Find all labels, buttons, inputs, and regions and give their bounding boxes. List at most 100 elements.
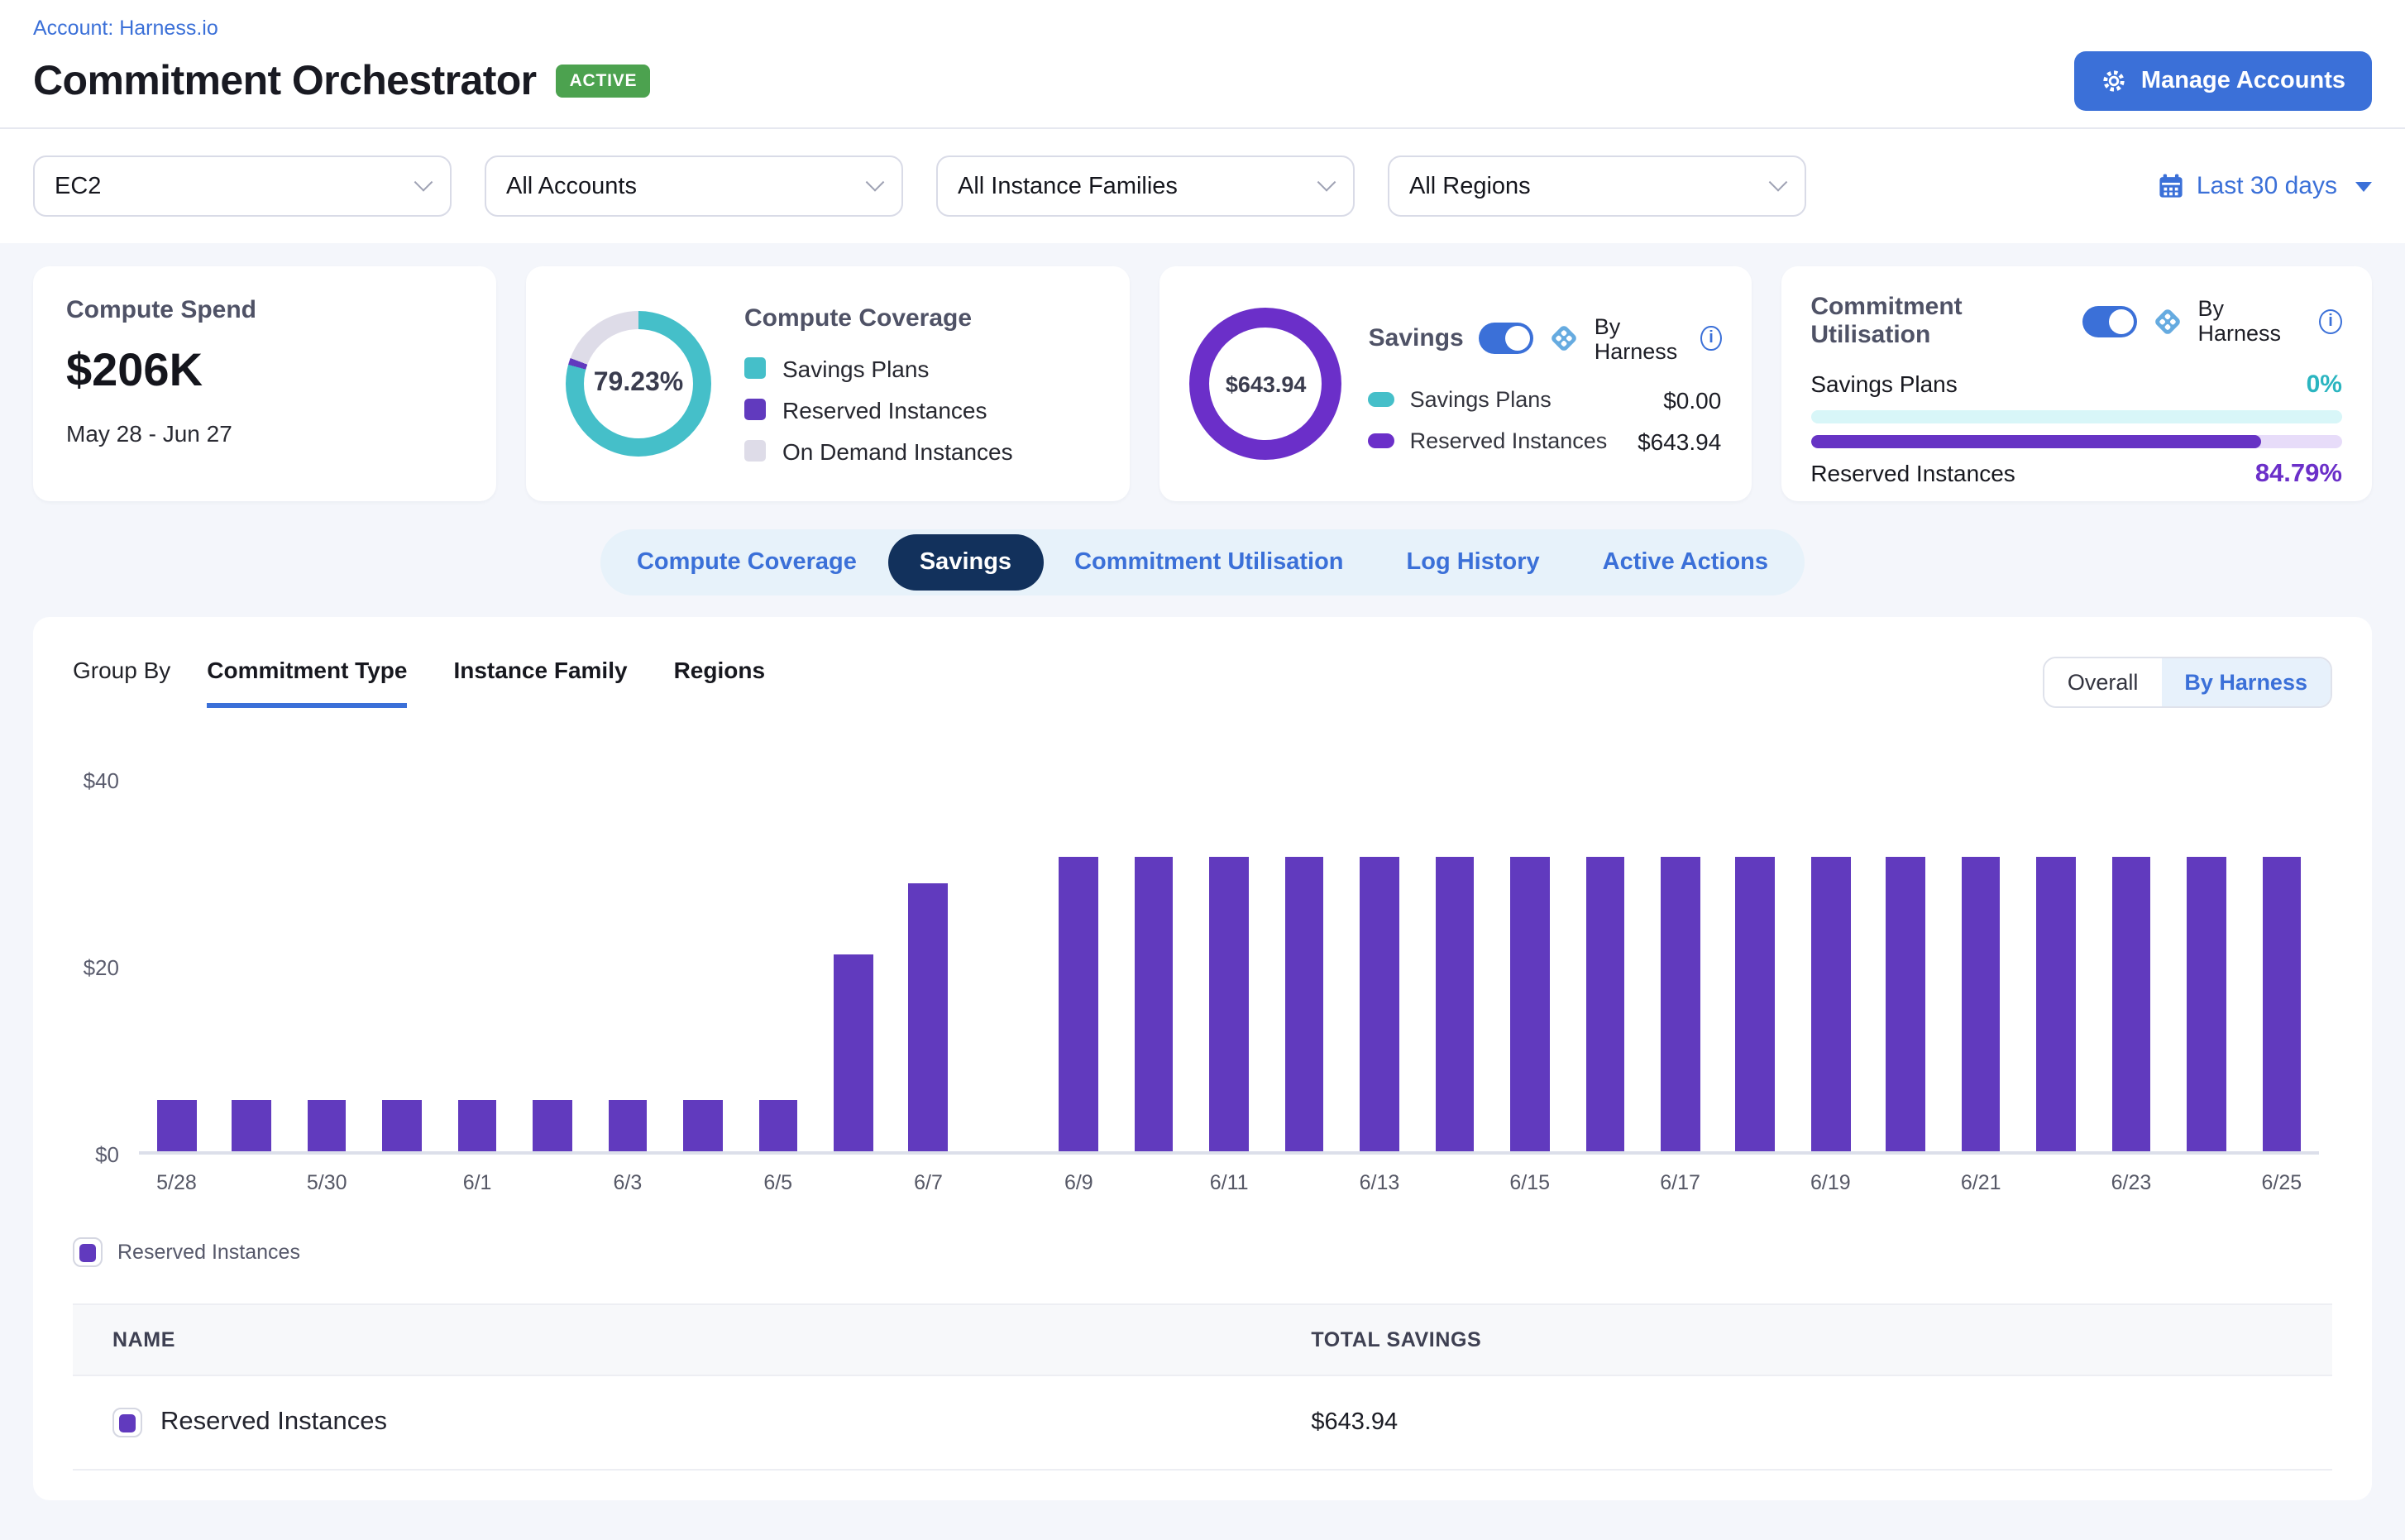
bar-6/13[interactable]: [1360, 857, 1399, 1151]
row-checkbox[interactable]: [112, 1408, 142, 1437]
bar-6/1[interactable]: [457, 1099, 496, 1151]
view-overall[interactable]: Overall: [2044, 658, 2162, 706]
savings-by-harness-toggle[interactable]: [1479, 323, 1533, 354]
tab-log-history[interactable]: Log History: [1375, 534, 1571, 591]
bar-6/18[interactable]: [1736, 857, 1775, 1151]
bar-6/20[interactable]: [1886, 857, 1925, 1151]
bar-slot: [1267, 781, 1342, 1151]
legend-item-label: On Demand Instances: [782, 438, 1013, 464]
accounts-select[interactable]: All Accounts: [485, 155, 903, 217]
bar-6/10[interactable]: [1135, 857, 1174, 1151]
date-range-picker[interactable]: Last 30 days: [2157, 172, 2372, 200]
bar-6/16[interactable]: [1585, 857, 1624, 1151]
bar-slot: [1567, 781, 1642, 1151]
group-tab-commitment-type[interactable]: Commitment Type: [207, 657, 407, 708]
x-axis-label: [214, 1171, 289, 1194]
app-root: Account: Harness.io Commitment Orchestra…: [0, 0, 2405, 1540]
commitment-utilisation-title: Commitment Utilisation: [1810, 293, 2067, 349]
compute-spend-value: $206K: [66, 344, 463, 397]
bar-6/25[interactable]: [2262, 857, 2301, 1151]
bar-5/30[interactable]: [308, 1099, 347, 1151]
bar-5/29[interactable]: [232, 1099, 271, 1151]
x-axis-label: [365, 1171, 440, 1194]
group-tab-instance-family[interactable]: Instance Family: [453, 657, 627, 708]
x-axis-label: 6/21: [1944, 1171, 2019, 1194]
bar-6/7[interactable]: [909, 882, 948, 1151]
bar-6/21[interactable]: [1962, 857, 2001, 1151]
group-tab-regions[interactable]: Regions: [674, 657, 765, 708]
util-reserved-instances-label: Reserved Instances: [1810, 460, 2015, 486]
chevron-down-icon: [1769, 172, 1788, 191]
bar-6/11[interactable]: [1210, 857, 1249, 1151]
savings-breakdown: Savings Plans$0.00Reserved Instances$643…: [1369, 386, 1722, 454]
x-axis-label: [1868, 1171, 1944, 1194]
tab-commitment-utilisation[interactable]: Commitment Utilisation: [1043, 534, 1375, 591]
service-select[interactable]: EC2: [33, 155, 452, 217]
bar-6/15[interactable]: [1510, 857, 1549, 1151]
bar-6/9[interactable]: [1059, 857, 1098, 1151]
tab-active-actions[interactable]: Active Actions: [1571, 534, 1800, 591]
account-link[interactable]: Account: Harness.io: [33, 17, 2372, 40]
x-axis-label: [815, 1171, 891, 1194]
x-axis-label: [1718, 1171, 1793, 1194]
x-axis-labels: 5/285/306/16/36/56/76/96/116/136/156/176…: [139, 1171, 2319, 1194]
instance-families-select[interactable]: All Instance Families: [936, 155, 1355, 217]
savings-card: $643.94 Savings: [1160, 266, 1752, 501]
bar-slot: [665, 781, 740, 1151]
bar-slot: [1793, 781, 1868, 1151]
main-tabs: Compute CoverageSavingsCommitment Utilis…: [600, 529, 1805, 595]
bar-slot: [1642, 781, 1718, 1151]
x-axis-label: 6/25: [2244, 1171, 2319, 1194]
savings-breakdown-value: $643.94: [1638, 428, 1721, 454]
regions-select[interactable]: All Regions: [1388, 155, 1806, 217]
bar-5/28[interactable]: [157, 1099, 196, 1151]
savings-plans-progress-bar: [1810, 410, 2342, 423]
bar-6/14[interactable]: [1435, 857, 1474, 1151]
row-total-savings: $643.94: [1311, 1409, 2332, 1436]
table-row[interactable]: Reserved Instances $643.94: [73, 1376, 2332, 1471]
x-axis-label: [1267, 1171, 1342, 1194]
bar-6/24[interactable]: [2187, 857, 2226, 1151]
bar-6/3[interactable]: [608, 1099, 647, 1151]
reserved-instances-progress-bar: [1810, 435, 2342, 448]
bar-6/22[interactable]: [2036, 857, 2075, 1151]
manage-accounts-button[interactable]: Manage Accounts: [2075, 51, 2372, 111]
bar-6/17[interactable]: [1661, 857, 1700, 1151]
utilisation-by-harness-toggle[interactable]: [2082, 305, 2136, 337]
util-savings-plans-label: Savings Plans: [1810, 371, 1957, 397]
bar-6/6[interactable]: [834, 955, 873, 1151]
info-icon[interactable]: i: [1701, 326, 1722, 351]
y-axis: $40$20$0: [73, 781, 139, 1155]
x-axis-label: 6/15: [1492, 1171, 1567, 1194]
bar-6/4[interactable]: [683, 1099, 722, 1151]
bar-slot: [2168, 781, 2244, 1151]
savings-breakdown-label: Savings Plans: [1410, 387, 1552, 412]
bar-slot: [1718, 781, 1793, 1151]
compute-spend-period: May 28 - Jun 27: [66, 420, 463, 447]
x-axis-label: 6/17: [1642, 1171, 1718, 1194]
bar-slot: [139, 781, 214, 1151]
x-axis-label: 6/23: [2094, 1171, 2169, 1194]
row-name: Reserved Instances: [160, 1408, 387, 1437]
x-axis-label: [966, 1171, 1041, 1194]
bar-6/2[interactable]: [533, 1099, 571, 1151]
caret-down-icon: [2355, 181, 2372, 191]
kpi-cards-row: Compute Spend $206K May 28 - Jun 27 79.2…: [33, 266, 2372, 501]
view-by-harness[interactable]: By Harness: [2161, 658, 2331, 706]
accounts-select-value: All Accounts: [506, 173, 637, 199]
savings-title: Savings: [1369, 324, 1464, 352]
bar-5/31[interactable]: [383, 1099, 422, 1151]
tab-savings[interactable]: Savings: [888, 534, 1043, 591]
x-axis-label: [2019, 1171, 2094, 1194]
info-icon[interactable]: i: [2319, 308, 2342, 333]
tab-compute-coverage[interactable]: Compute Coverage: [605, 534, 888, 591]
bar-6/19[interactable]: [1811, 857, 1850, 1151]
bar-6/5[interactable]: [758, 1099, 797, 1151]
legend-checkbox[interactable]: [73, 1237, 103, 1267]
service-select-value: EC2: [55, 173, 101, 199]
bar-slot: [2244, 781, 2319, 1151]
bar-6/23[interactable]: [2111, 857, 2150, 1151]
bar-6/12[interactable]: [1284, 857, 1323, 1151]
legend-swatch: [744, 357, 766, 379]
y-axis-tick: $40: [84, 768, 119, 793]
